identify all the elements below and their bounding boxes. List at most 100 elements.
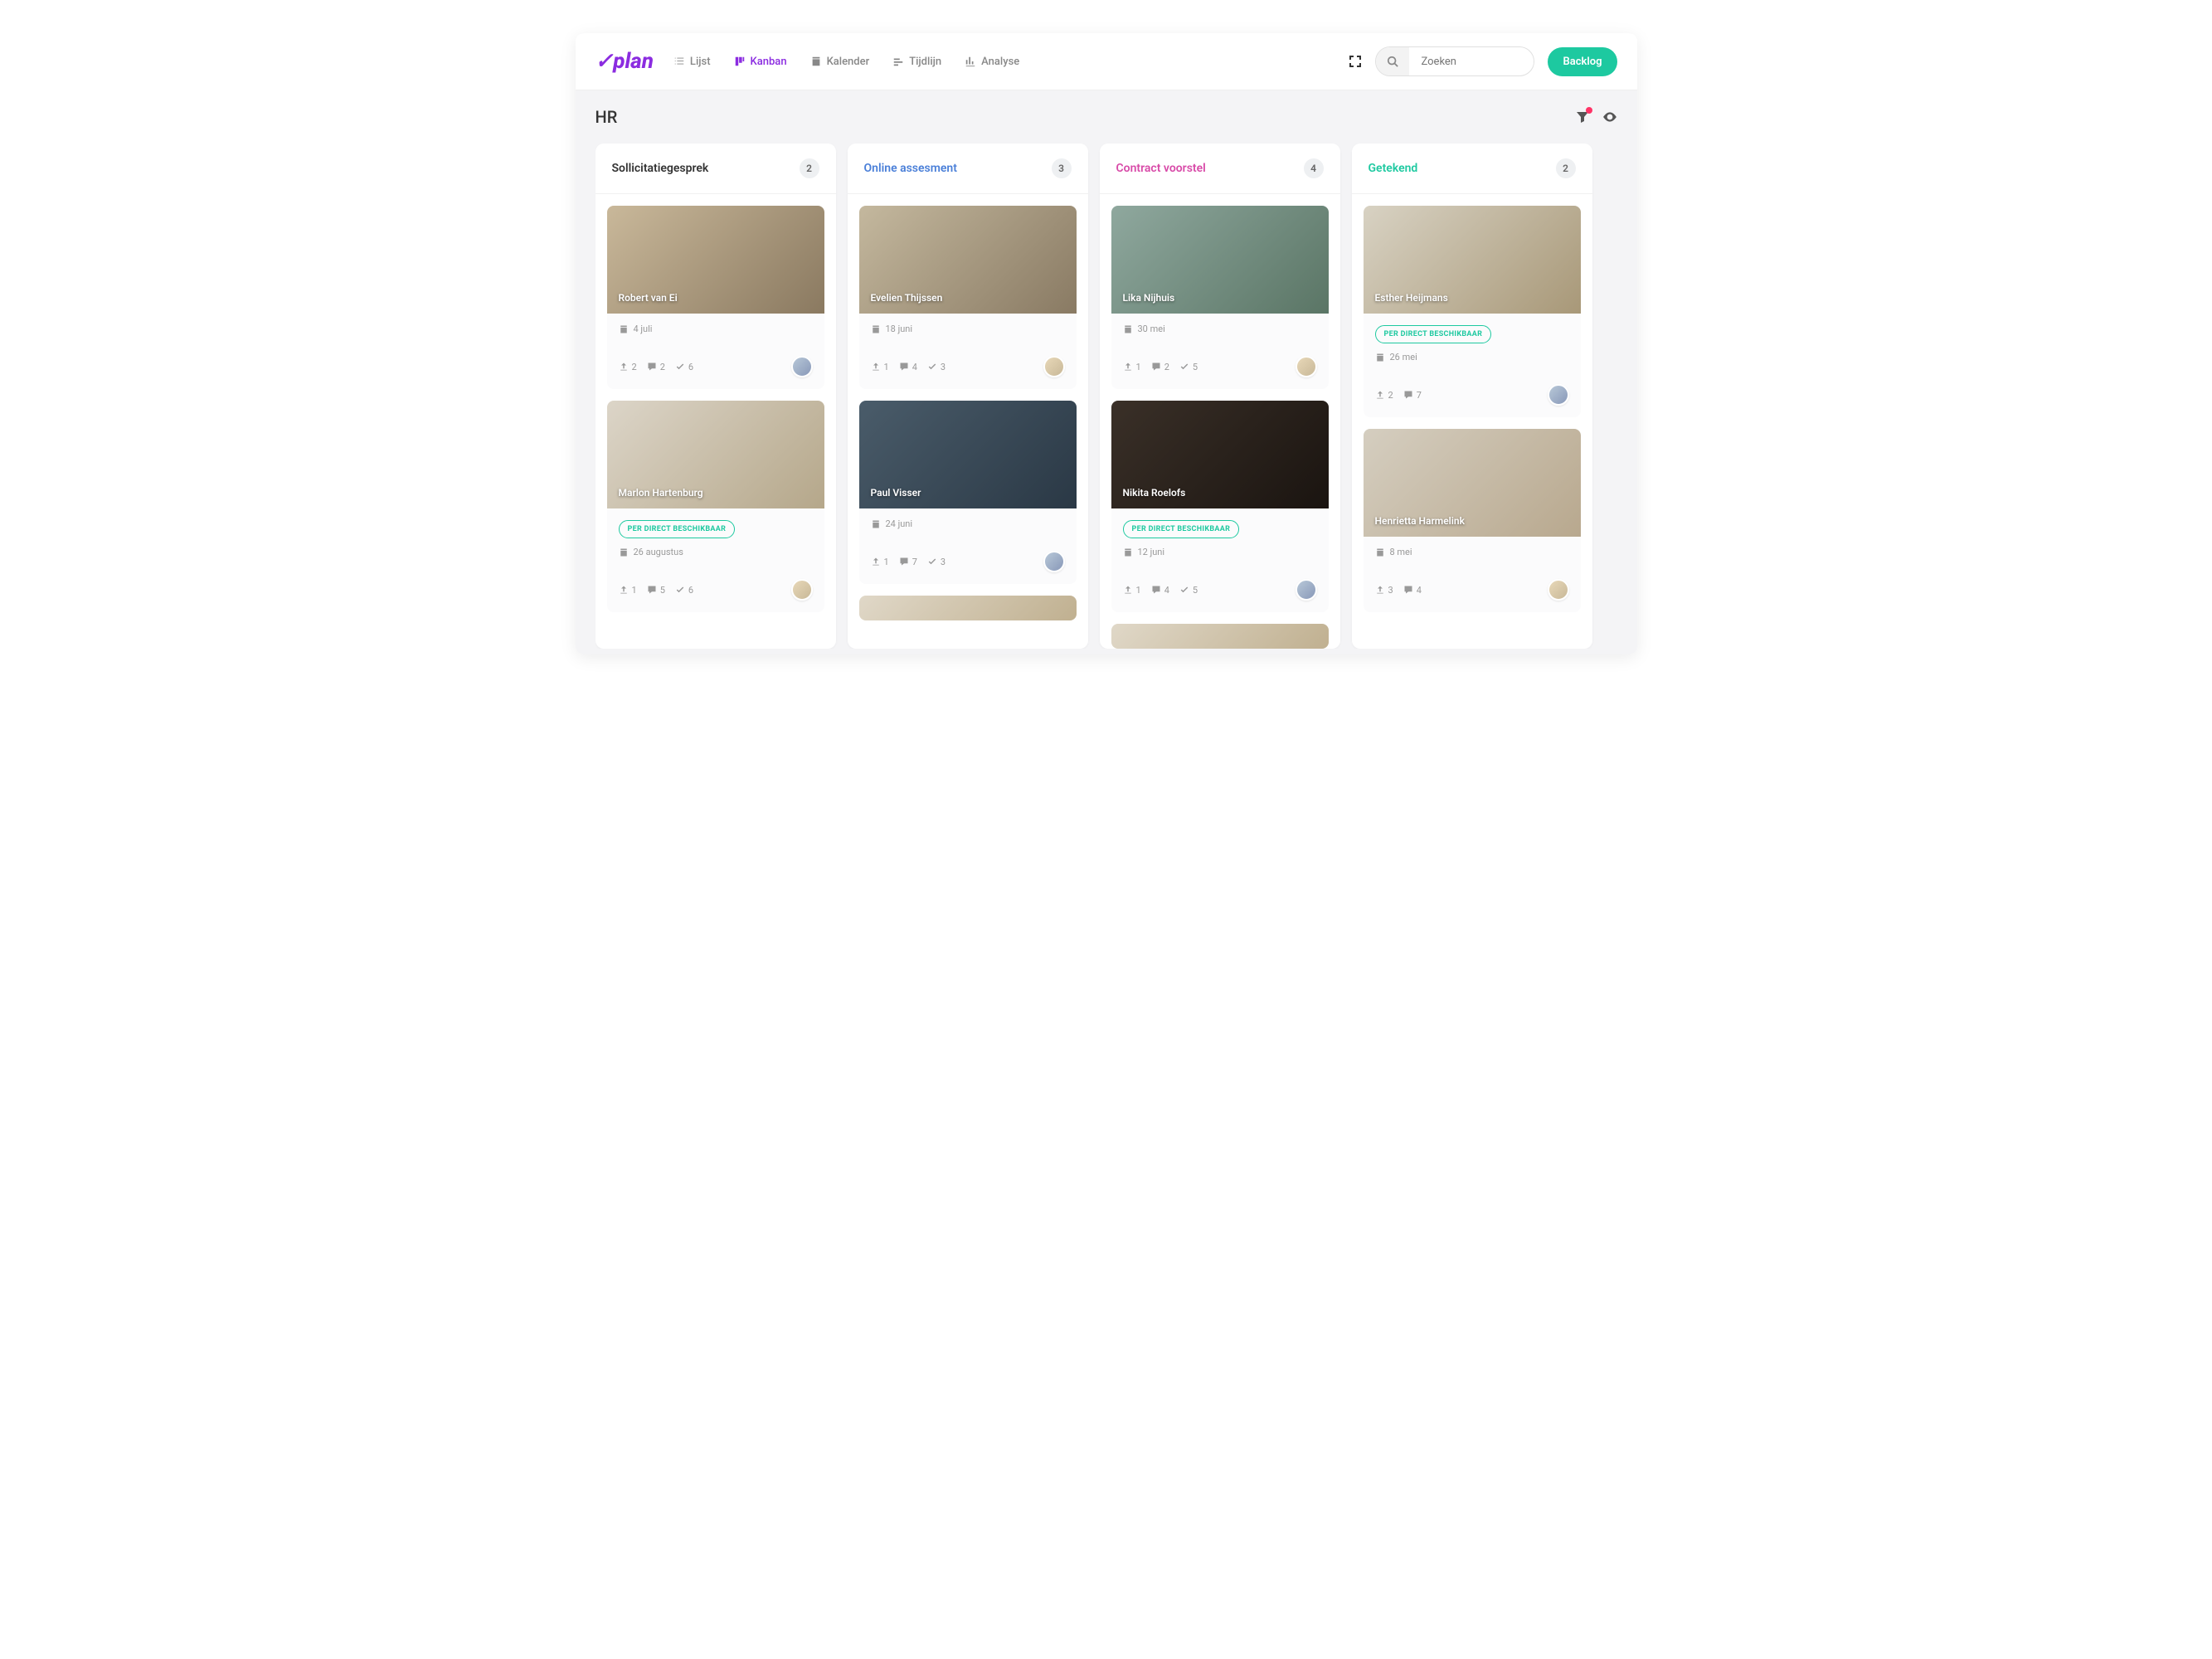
card-stats: 27 — [1375, 390, 1422, 401]
kanban-card[interactable]: Evelien Thijssen 18 juni 143 — [859, 206, 1077, 389]
stat-checks: 5 — [1179, 585, 1198, 596]
assignee-avatar[interactable] — [791, 356, 813, 377]
card-stats: 145 — [1123, 585, 1198, 596]
card-image: Paul Visser — [859, 401, 1077, 508]
kanban-card[interactable]: Robert van Ei 4 juli 226 — [607, 206, 824, 389]
card-date: 24 juni — [871, 518, 1065, 529]
search-box — [1375, 46, 1534, 76]
assignee-avatar[interactable] — [791, 579, 813, 601]
backlog-button[interactable]: Backlog — [1548, 47, 1616, 76]
card-image: Nikita Roelofs — [1111, 401, 1329, 508]
chart-icon — [965, 56, 976, 67]
stat-comments: 7 — [1403, 390, 1422, 401]
tab-analyse[interactable]: Analyse — [965, 56, 1019, 68]
column-title: Contract voorstel — [1116, 162, 1206, 175]
availability-badge: PER DIRECT BESCHIKBAAR — [1375, 325, 1492, 343]
visibility-icon[interactable] — [1602, 109, 1617, 124]
column-count: 2 — [800, 158, 819, 178]
assignee-avatar[interactable] — [1548, 579, 1569, 601]
column-title: Online assesment — [864, 162, 957, 175]
stat-uploads: 3 — [1375, 585, 1393, 596]
card-date: 26 augustus — [619, 547, 813, 557]
card-date: 18 juni — [871, 324, 1065, 334]
assignee-avatar[interactable] — [1296, 579, 1317, 601]
stat-checks: 6 — [675, 362, 693, 372]
card-meta: PER DIRECT BESCHIKBAAR 26 mei — [1364, 314, 1581, 384]
calendar-icon — [810, 56, 822, 67]
kanban-card[interactable]: Paul Visser 24 juni 173 — [859, 401, 1077, 584]
search-input[interactable] — [1409, 56, 1534, 68]
card-date: 4 juli — [619, 324, 813, 334]
stat-checks: 3 — [927, 557, 946, 567]
column-title: Getekend — [1369, 162, 1418, 175]
assignee-avatar[interactable] — [1043, 551, 1065, 572]
kanban-column: Contract voorstel 4 Lika Nijhuis 30 mei … — [1100, 144, 1340, 649]
card-footer: 143 — [859, 356, 1077, 389]
kanban-column: Sollicitatiegesprek 2 Robert van Ei 4 ju… — [596, 144, 836, 649]
kanban-card[interactable] — [859, 596, 1077, 620]
page-header: HR — [596, 107, 1617, 127]
kanban-card[interactable] — [1111, 624, 1329, 649]
assignee-avatar[interactable] — [1043, 356, 1065, 377]
card-image: Henrietta Harmelink — [1364, 429, 1581, 537]
tab-label: Lijst — [690, 56, 711, 68]
stat-uploads: 1 — [871, 557, 889, 567]
card-stats: 34 — [1375, 585, 1422, 596]
stat-comments: 2 — [647, 362, 665, 372]
tab-kalender[interactable]: Kalender — [810, 56, 870, 68]
availability-badge: PER DIRECT BESCHIKBAAR — [1123, 520, 1240, 538]
card-name: Esther Heijmans — [1364, 282, 1460, 314]
expand-icon[interactable] — [1349, 55, 1362, 68]
stat-checks: 3 — [927, 362, 946, 372]
card-footer: 156 — [607, 579, 824, 612]
kanban-board: Sollicitatiegesprek 2 Robert van Ei 4 ju… — [596, 144, 1617, 649]
filter-icon[interactable] — [1576, 110, 1589, 124]
tab-label: Kanban — [751, 56, 787, 68]
app-window: ✓plan Lijst Kanban Kalender Tijdlijn Ana… — [576, 33, 1637, 654]
kanban-card[interactable]: Esther Heijmans PER DIRECT BESCHIKBAAR 2… — [1364, 206, 1581, 417]
card-name: Paul Visser — [859, 477, 933, 508]
card-name: Henrietta Harmelink — [1364, 505, 1476, 537]
search-icon-wrap — [1376, 47, 1409, 75]
card-meta: 24 juni — [859, 508, 1077, 551]
tab-label: Tijdlijn — [909, 56, 941, 68]
card-stats: 143 — [871, 362, 946, 372]
logo-text: plan — [613, 49, 654, 74]
card-image: Esther Heijmans — [1364, 206, 1581, 314]
tab-label: Analyse — [981, 56, 1019, 68]
timeline-icon — [892, 56, 904, 67]
card-image — [859, 596, 1077, 620]
tab-lijst[interactable]: Lijst — [673, 56, 711, 68]
logo-check-icon: ✓ — [596, 49, 614, 74]
column-header: Getekend 2 — [1352, 144, 1592, 194]
kanban-card[interactable]: Lika Nijhuis 30 mei 125 — [1111, 206, 1329, 389]
card-footer: 226 — [607, 356, 824, 389]
card-date: 30 mei — [1123, 324, 1317, 334]
stat-comments: 4 — [899, 362, 917, 372]
logo[interactable]: ✓plan — [596, 49, 654, 74]
card-stats: 156 — [619, 585, 694, 596]
search-icon — [1387, 56, 1398, 67]
column-body: Robert van Ei 4 juli 226 Marlon Hartenbu… — [596, 194, 836, 612]
assignee-avatar[interactable] — [1548, 384, 1569, 406]
column-header: Sollicitatiegesprek 2 — [596, 144, 836, 194]
tab-tijdlijn[interactable]: Tijdlijn — [892, 56, 941, 68]
card-date: 8 mei — [1375, 547, 1569, 557]
column-body: Lika Nijhuis 30 mei 125 Nikita Roelofs P… — [1100, 194, 1340, 649]
kanban-icon — [734, 56, 746, 67]
card-name: Nikita Roelofs — [1111, 477, 1198, 508]
assignee-avatar[interactable] — [1296, 356, 1317, 377]
topbar: ✓plan Lijst Kanban Kalender Tijdlijn Ana… — [576, 33, 1637, 90]
tab-kanban[interactable]: Kanban — [734, 56, 787, 68]
stat-checks: 6 — [675, 585, 693, 596]
list-icon — [673, 56, 685, 67]
kanban-card[interactable]: Marlon Hartenburg PER DIRECT BESCHIKBAAR… — [607, 401, 824, 612]
content: HR Sollicitatiegesprek 2 Robert van Ei 4… — [576, 90, 1637, 654]
stat-checks: 5 — [1179, 362, 1198, 372]
card-name: Marlon Hartenburg — [607, 477, 715, 508]
kanban-card[interactable]: Henrietta Harmelink 8 mei 34 — [1364, 429, 1581, 612]
filter-badge — [1586, 107, 1592, 114]
kanban-card[interactable]: Nikita Roelofs PER DIRECT BESCHIKBAAR 12… — [1111, 401, 1329, 612]
card-date: 26 mei — [1375, 352, 1569, 362]
stat-uploads: 2 — [619, 362, 637, 372]
